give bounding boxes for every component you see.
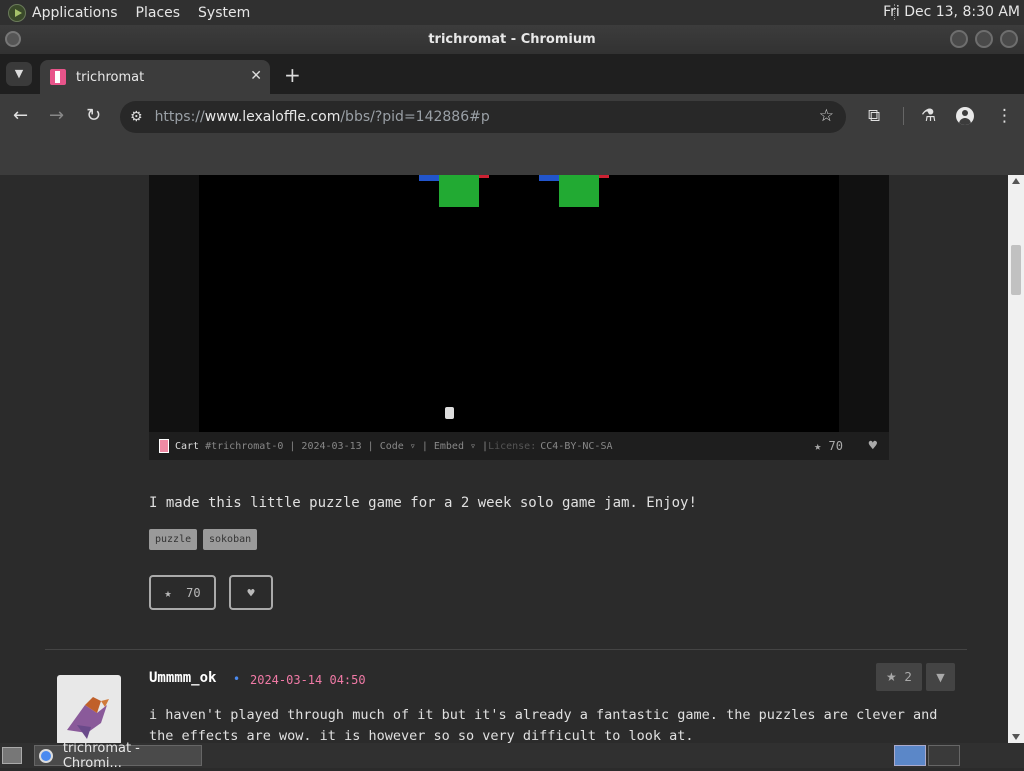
star-icon: ★ bbox=[814, 439, 822, 453]
tab-title: trichromat bbox=[76, 69, 145, 85]
address-bar[interactable]: ⚙ https://www.lexaloffle.com/bbs/?pid=14… bbox=[120, 101, 846, 133]
comment-avatar[interactable] bbox=[57, 675, 121, 743]
like-count: 70 bbox=[186, 585, 201, 600]
extensions-icon[interactable]: ⧉ bbox=[868, 106, 880, 126]
cart-likes[interactable]: ★ 70 bbox=[814, 439, 843, 453]
game-block-green bbox=[559, 175, 599, 207]
menu-places[interactable]: Places bbox=[136, 5, 181, 21]
maximize-button[interactable] bbox=[975, 30, 993, 48]
site-info-icon[interactable]: ⚙ bbox=[130, 109, 143, 125]
chevron-down-icon: ▼ bbox=[14, 67, 24, 80]
heart-icon[interactable]: ♥ bbox=[869, 438, 877, 454]
chevron-down-icon: ▼ bbox=[936, 670, 945, 684]
like-button[interactable]: ★ 70 bbox=[149, 575, 216, 610]
workspace-1[interactable] bbox=[894, 745, 926, 766]
close-window-button[interactable] bbox=[1000, 30, 1018, 48]
post-body: I made this little puzzle game for a 2 w… bbox=[149, 495, 697, 511]
menu-applications[interactable]: Applications bbox=[32, 5, 118, 21]
scroll-down-arrow-icon[interactable] bbox=[1012, 734, 1020, 740]
new-tab-button[interactable]: + bbox=[284, 63, 301, 87]
minimize-button[interactable] bbox=[950, 30, 968, 48]
task-label: trichromat - Chromi... bbox=[62, 740, 140, 771]
comment-author[interactable]: Ummmm_ok bbox=[149, 670, 216, 686]
comment-date[interactable]: 2024-03-14 04:50 bbox=[250, 673, 366, 687]
taskbar-chromium-task[interactable]: trichromat - Chromi... bbox=[34, 741, 202, 771]
scrollbar-thumb[interactable] bbox=[1011, 245, 1021, 295]
window-titlebar[interactable]: trichromat - Chromium bbox=[0, 25, 1024, 54]
bookmark-star-icon[interactable]: ☆ bbox=[819, 106, 834, 126]
license-label: License: bbox=[488, 440, 537, 452]
browser-toolbar: ← → ↻ ⚙ https://www.lexaloffle.com/bbs/?… bbox=[0, 94, 1024, 140]
author-dot: • bbox=[233, 672, 241, 686]
show-desktop-button[interactable] bbox=[2, 747, 22, 764]
game-canvas[interactable] bbox=[199, 175, 839, 432]
chrome-menu-icon[interactable]: ⋮ bbox=[996, 106, 1013, 126]
page-scrollbar[interactable] bbox=[1008, 175, 1024, 743]
cart-label: Cart bbox=[175, 440, 200, 452]
heart-icon: ♥ bbox=[247, 585, 255, 600]
license-value[interactable]: CC4-BY-NC-SA bbox=[540, 441, 612, 452]
menu-system[interactable]: System bbox=[198, 5, 250, 21]
favorite-button[interactable]: ♥ bbox=[229, 575, 273, 610]
tab-trichromat[interactable]: trichromat ✕ bbox=[40, 60, 270, 94]
workspace-2[interactable] bbox=[928, 745, 960, 766]
game-cart-frame[interactable] bbox=[149, 175, 889, 432]
url-scheme: https:// bbox=[154, 109, 205, 125]
window-menu-button[interactable] bbox=[5, 31, 21, 47]
tab-strip: ▼ trichromat ✕ + bbox=[0, 54, 1024, 94]
dragon-avatar-icon bbox=[67, 697, 109, 739]
profile-avatar-icon[interactable] bbox=[956, 107, 974, 125]
panel-clock[interactable]: Fri Dec 13, 8:30 AM bbox=[883, 4, 1020, 20]
page-content: Cart #trichromat-0 | 2024-03-13 | Code ▿… bbox=[0, 175, 1008, 743]
comment-vote-count: 2 bbox=[904, 670, 913, 684]
panel-menu: Applications Places System bbox=[0, 3, 268, 22]
star-icon: ★ bbox=[885, 670, 897, 684]
scroll-up-arrow-icon[interactable] bbox=[1012, 178, 1020, 184]
pico8-favicon-icon bbox=[50, 69, 66, 85]
comment-menu-button[interactable]: ▼ bbox=[926, 663, 955, 691]
reload-button[interactable]: ↻ bbox=[86, 105, 101, 126]
tag-sokoban[interactable]: sokoban bbox=[203, 529, 258, 550]
bottom-taskbar: trichromat - Chromi... bbox=[0, 741, 1024, 771]
star-icon: ★ bbox=[164, 585, 172, 600]
game-block-green bbox=[439, 175, 479, 207]
comment-vote-button[interactable]: ★ 2 bbox=[876, 663, 922, 691]
window-title: trichromat - Chromium bbox=[428, 32, 596, 47]
tag-puzzle[interactable]: puzzle bbox=[149, 529, 198, 550]
post-divider bbox=[45, 649, 967, 650]
url-path: /bbs/?pid=142886#p bbox=[340, 109, 490, 125]
bookmark-bar bbox=[0, 140, 1024, 175]
forward-button[interactable]: → bbox=[49, 105, 64, 126]
hand-cursor-icon bbox=[445, 407, 454, 419]
applications-logo-icon[interactable] bbox=[8, 3, 26, 22]
cart-likes-count: 70 bbox=[828, 439, 843, 453]
toolbar-divider bbox=[903, 107, 904, 125]
cart-meta[interactable]: #trichromat-0 | 2024-03-13 | Code ▿ | Em… bbox=[205, 441, 488, 452]
cart-thumbnail[interactable] bbox=[159, 439, 169, 453]
cart-info-bar: Cart #trichromat-0 | 2024-03-13 | Code ▿… bbox=[149, 432, 889, 460]
chromium-icon bbox=[39, 748, 53, 763]
tab-close-icon[interactable]: ✕ bbox=[250, 68, 262, 84]
tab-search-button[interactable]: ▼ bbox=[6, 62, 32, 86]
back-button[interactable]: ← bbox=[13, 105, 28, 126]
comment-body: i haven't played through much of it but … bbox=[149, 707, 938, 743]
url-host: www.lexaloffle.com bbox=[204, 109, 341, 125]
labs-flask-icon[interactable]: ⚗ bbox=[921, 106, 936, 126]
top-panel: Applications Places System Fri Dec 13, 8… bbox=[0, 0, 1024, 25]
